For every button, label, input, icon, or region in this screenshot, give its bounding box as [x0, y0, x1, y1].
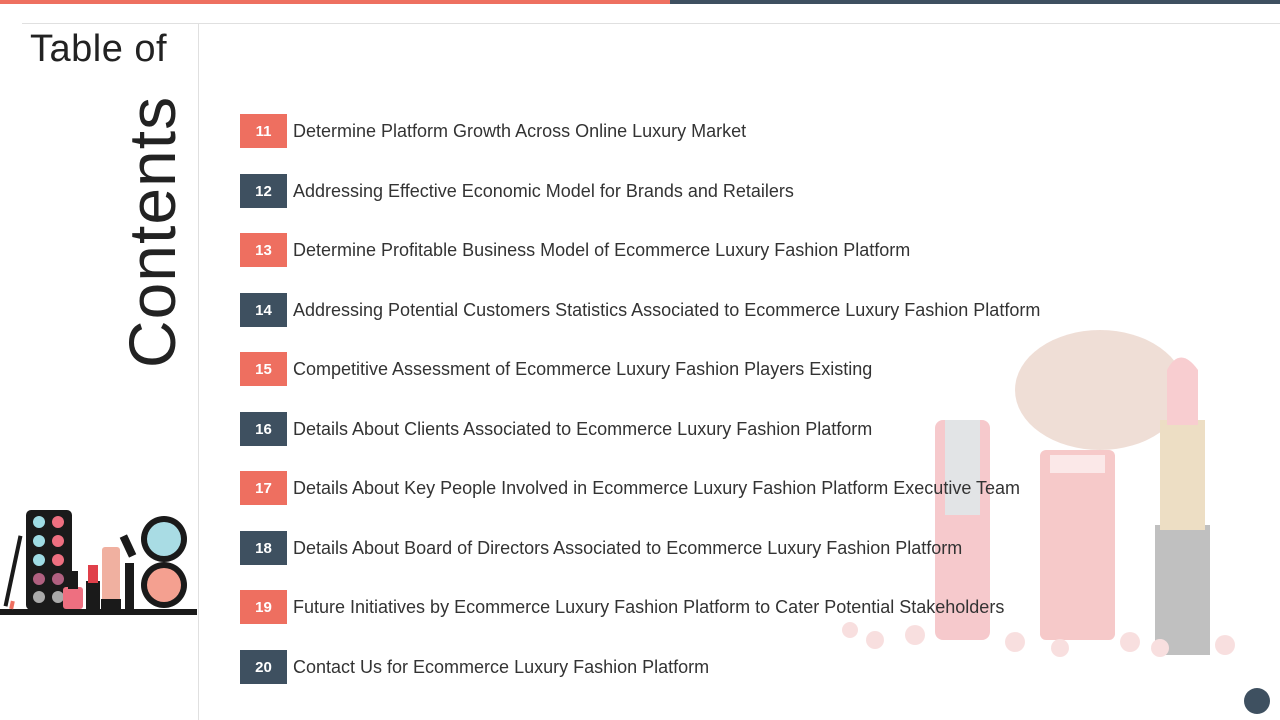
toc-item-title: Future Initiatives by Ecommerce Luxury F…: [293, 596, 1005, 617]
toc-item-title: Details About Board of Directors Associa…: [293, 537, 963, 558]
top-dark-bar: [670, 0, 1280, 4]
toc-item[interactable]: 16 Details About Clients Associated to Ec…: [240, 412, 872, 446]
toc-item-number: 17: [240, 471, 287, 505]
toc-item-number: 16: [240, 412, 287, 446]
toc-item-number: 11: [240, 114, 287, 148]
toc-item-title: Determine Platform Growth Across Online …: [293, 120, 747, 141]
toc-item[interactable]: 17 Details About Key People Involved in E…: [240, 471, 1020, 505]
toc-item-title: Competitive Assessment of Ecommerce Luxu…: [293, 358, 873, 379]
toc-item-number: 15: [240, 352, 287, 386]
toc-item-number: 13: [240, 233, 287, 267]
toc-item[interactable]: 12 Addressing Effective Economic Model fo…: [240, 174, 794, 208]
toc-item[interactable]: 11 Determine Platform Growth Across Onlin…: [240, 114, 746, 148]
makeup-illustration-icon: [0, 510, 197, 615]
toc-item-title: Contact Us for Ecommerce Luxury Fashion …: [293, 656, 710, 677]
toc-item[interactable]: 18 Details About Board of Directors Assoc…: [240, 531, 962, 565]
title-contents: Contents: [115, 95, 189, 369]
header-divider: [22, 23, 1280, 24]
toc-item-number: 19: [240, 590, 287, 624]
toc-item-number: 20: [240, 650, 287, 684]
toc-item-title: Determine Profitable Business Model of E…: [293, 239, 911, 260]
toc-item-title: Addressing Potential Customers Statistic…: [293, 299, 1041, 320]
toc-item-number: 14: [240, 293, 287, 327]
toc-item[interactable]: 15 Competitive Assessment of Ecommerce Lu…: [240, 352, 872, 386]
toc-item-number: 18: [240, 531, 287, 565]
toc-item-title: Details About Key People Involved in Eco…: [293, 477, 1021, 498]
toc-item-title: Addressing Effective Economic Model for …: [293, 180, 794, 201]
toc-item-number: 12: [240, 174, 287, 208]
toc-item-title: Details About Clients Associated to Ecom…: [293, 418, 873, 439]
title-table-of: Table of: [30, 28, 168, 70]
top-accent-bar: [0, 0, 670, 4]
toc-item[interactable]: 14 Addressing Potential Customers Statist…: [240, 293, 1040, 327]
page-indicator-dot: [1244, 688, 1270, 714]
toc-item[interactable]: 19 Future Initiatives by Ecommerce Luxury…: [240, 590, 1004, 624]
toc-item[interactable]: 20 Contact Us for Ecommerce Luxury Fashio…: [240, 650, 709, 684]
toc-item[interactable]: 13 Determine Profitable Business Model of…: [240, 233, 910, 267]
